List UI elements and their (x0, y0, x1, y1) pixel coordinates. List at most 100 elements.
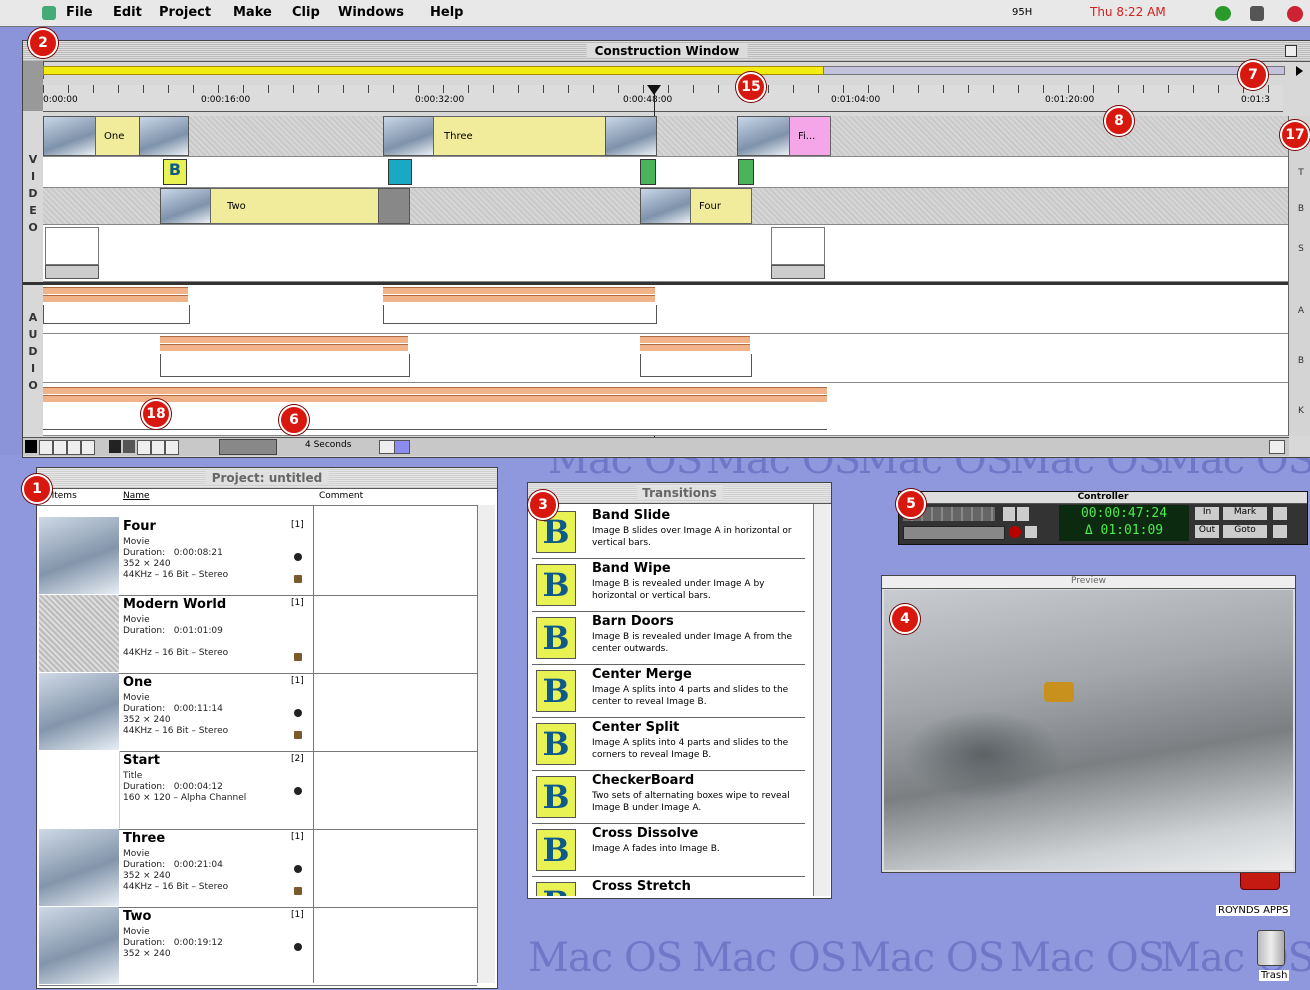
title-clip[interactable] (771, 227, 825, 265)
project-scrollbar[interactable] (477, 505, 495, 983)
scroll-left-icon[interactable] (379, 440, 395, 454)
clip-four[interactable]: Four (690, 188, 752, 224)
step-forward-icon[interactable] (1017, 507, 1029, 521)
transition-band-icon[interactable]: B (163, 159, 187, 185)
project-row[interactable]: One [1] Movie Duration: 0:00:11:14 352 ×… (39, 673, 477, 752)
audio-volume-rubberband[interactable] (383, 305, 657, 324)
construction-titlebar[interactable]: Construction Window (23, 41, 1310, 62)
in-out-tool-icon[interactable] (137, 440, 151, 455)
goto-button[interactable]: Goto (1223, 525, 1267, 538)
in-button[interactable]: In (1195, 507, 1219, 520)
transition-cross-dissolve[interactable]: B Cross Dissolve Image A fades into Imag… (532, 824, 805, 877)
transition-cross-stretch[interactable]: B Cross Stretch (532, 877, 805, 896)
fade-control[interactable] (45, 265, 99, 279)
time-ruler[interactable]: 0:00:00 0:00:16:00 0:00:32:00 0:00:48:00… (43, 85, 1283, 112)
play-arrow-icon[interactable] (1291, 63, 1307, 79)
range-select-tool-icon[interactable] (39, 440, 53, 455)
title-clip-start[interactable] (45, 227, 99, 265)
desktop-wallpaper-text: Mac OS (1010, 935, 1165, 981)
link-tool-icon[interactable] (165, 440, 179, 455)
preview-title[interactable]: Preview (882, 576, 1295, 589)
transition-center-split[interactable]: B Center Split Image A splits into 4 par… (532, 718, 805, 771)
razor-tool-icon[interactable] (123, 440, 135, 453)
hand-icon[interactable] (1250, 6, 1264, 21)
work-area-bar[interactable] (43, 66, 825, 75)
clip-one[interactable]: One (95, 116, 141, 156)
tree-shadow (904, 710, 1064, 800)
menu-windows[interactable]: Windows (338, 5, 404, 20)
application-menu-icon[interactable] (1287, 6, 1303, 22)
superimpose-track[interactable] (43, 225, 1289, 282)
mark-button[interactable]: Mark (1223, 507, 1267, 520)
menu-clip[interactable]: Clip (292, 5, 320, 20)
column-name[interactable]: Name (123, 491, 150, 501)
marker-tool-icon[interactable] (151, 440, 165, 455)
column-comment[interactable]: Comment (319, 491, 363, 501)
goto-next-icon[interactable] (1273, 525, 1287, 538)
fade-control[interactable] (771, 265, 825, 279)
control-strip-icon[interactable] (1215, 6, 1231, 21)
scroll-thumb[interactable] (394, 440, 410, 454)
out-button[interactable]: Out (1195, 525, 1219, 538)
mark-next-icon[interactable] (1273, 507, 1287, 520)
audio-track-a[interactable] (43, 285, 1289, 334)
menu-edit[interactable]: Edit (113, 5, 142, 20)
controller-title[interactable]: Controller (899, 492, 1307, 504)
selection-tool-icon[interactable] (25, 440, 37, 453)
video-track-a[interactable]: One Three Fi... (43, 116, 1289, 157)
transitions-titlebar[interactable]: Transitions (528, 483, 831, 504)
zoom-tool-icon[interactable] (53, 440, 67, 455)
video-track-b[interactable]: Two Four (43, 188, 1289, 225)
clip-fi[interactable]: Fi... (789, 116, 831, 156)
clip-thumbnail (139, 116, 189, 156)
project-row[interactable]: Two [1] Movie Duration: 0:00:19:12 352 ×… (39, 907, 477, 986)
play-icon[interactable] (1025, 526, 1037, 538)
menu-project[interactable]: Project (159, 5, 211, 20)
snap-toggle-icon[interactable] (23, 61, 44, 79)
apple-menu-icon[interactable] (42, 6, 56, 20)
transitions-scrollbar[interactable] (813, 504, 830, 896)
audio-volume-rubberband[interactable] (43, 305, 190, 324)
project-row[interactable]: Start [2] Title Duration: 0:00:04:12 160… (39, 751, 477, 830)
transition-icon[interactable] (640, 159, 656, 185)
edit-line-handle-icon[interactable] (647, 85, 661, 95)
track-options-icon[interactable] (23, 79, 43, 111)
transition-band-wipe[interactable]: B Band Wipe Image B is revealed under Im… (532, 559, 805, 612)
audio-volume-rubberband[interactable] (160, 354, 410, 377)
step-back-icon[interactable] (1003, 507, 1015, 521)
project-row[interactable]: Three [1] Movie Duration: 0:00:21:04 352… (39, 829, 477, 908)
track-scroll-panel[interactable]: T B S A B K (1288, 116, 1310, 436)
clip-two[interactable]: Two (210, 188, 380, 224)
transition-icon[interactable] (388, 159, 412, 185)
marker-2: 2 (28, 28, 58, 58)
transition-barn-doors[interactable]: B Barn Doors Image B is revealed under I… (532, 612, 805, 665)
audio-icon (294, 575, 302, 583)
toggle-buttons-icon[interactable] (219, 439, 277, 455)
audio-track-b[interactable] (43, 334, 1289, 383)
menu-file[interactable]: File (66, 5, 93, 20)
trash-icon[interactable] (1257, 930, 1285, 966)
scroll-right-icon[interactable] (1269, 440, 1285, 454)
zoom-box-icon[interactable] (1285, 45, 1297, 57)
clip-three[interactable]: Three (433, 116, 607, 156)
transition-checkerboard[interactable]: B CheckerBoard Two sets of alternating b… (532, 771, 805, 824)
project-row[interactable]: Modern World [1] Movie Duration: 0:01:01… (39, 595, 477, 674)
audio-volume-rubberband[interactable] (640, 354, 752, 377)
clip-info: Movie Duration: 0:00:21:04 352 × 240 44K… (123, 849, 229, 892)
transition-band-slide[interactable]: B Band Slide Image B slides over Image A… (532, 506, 805, 559)
shuttle-slider[interactable] (903, 526, 1005, 540)
menubar-clock[interactable]: Thu 8:22 AM (1090, 5, 1166, 19)
track-tool-icon[interactable] (81, 440, 95, 455)
fade-tool-icon[interactable] (109, 440, 121, 453)
project-titlebar[interactable]: Project: untitled (37, 468, 497, 489)
hand-tool-icon[interactable] (67, 440, 81, 455)
transition-track[interactable]: B (43, 157, 1289, 188)
time-unit-selector[interactable]: 4 Seconds (305, 440, 351, 450)
menu-make[interactable]: Make (233, 5, 272, 20)
transition-center-merge[interactable]: B Center Merge Image A splits into 4 par… (532, 665, 805, 718)
menu-help[interactable]: Help (430, 5, 463, 20)
project-row[interactable]: Four [1] Movie Duration: 0:00:08:21 352 … (39, 517, 477, 596)
audio-track-k[interactable] (43, 383, 1289, 436)
transition-icon[interactable] (738, 159, 754, 185)
record-icon[interactable] (1009, 526, 1021, 538)
